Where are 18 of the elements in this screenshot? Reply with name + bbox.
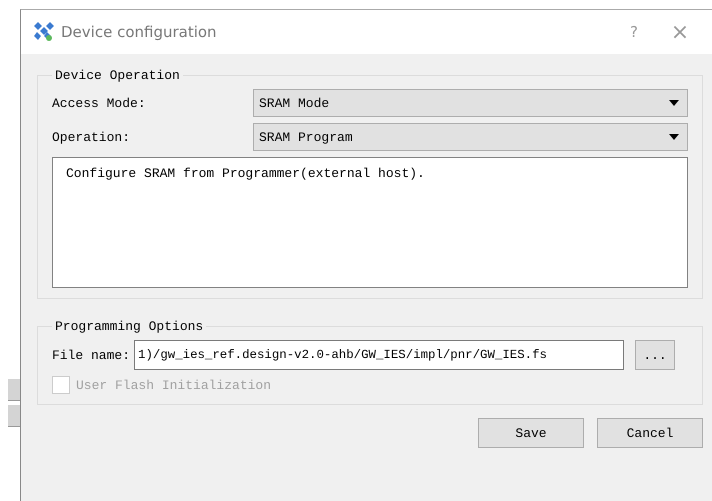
group-title: Programming Options: [54, 319, 204, 334]
logo-icon: [33, 22, 55, 42]
cancel-button[interactable]: Cancel: [597, 418, 703, 448]
background-panel-edge: [8, 379, 20, 401]
window-title: Device configuration: [61, 23, 218, 41]
dropdown-caret-icon: [669, 134, 679, 140]
dropdown-caret-icon: [669, 100, 679, 106]
file-name-field[interactable]: 1)/gw_ies_ref.design-v2.0-ahb/GW_IES/impl/pnr/GW_IES.fs: [134, 340, 624, 370]
save-button[interactable]: Save: [478, 418, 584, 448]
dropdown[interactable]: SRAM Program: [253, 123, 688, 151]
field-label: Access Mode:: [52, 96, 147, 110]
background-panel-edge: [8, 405, 20, 427]
field-label: Operation:: [52, 130, 132, 144]
description-box: Configure SRAM from Programmer(external host).: [52, 157, 688, 288]
dropdown[interactable]: SRAM Mode: [253, 89, 688, 117]
browse-button[interactable]: ...: [635, 340, 676, 370]
field-label: File name:: [52, 348, 130, 362]
group-title: Device Operation: [54, 68, 181, 83]
